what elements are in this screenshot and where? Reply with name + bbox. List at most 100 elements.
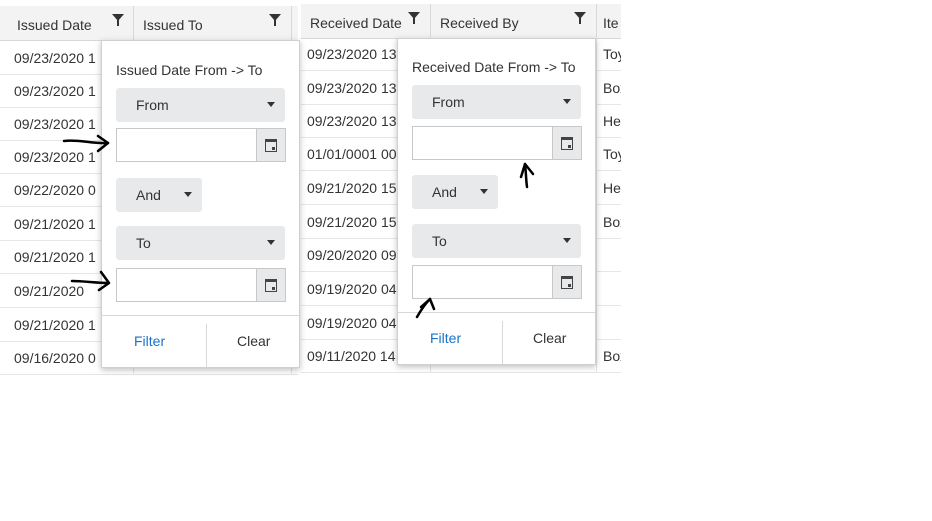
column-header-label: Ite	[603, 15, 619, 31]
clear-button-label: Clear	[533, 330, 567, 346]
filter-icon[interactable]	[408, 12, 420, 24]
to-operator-select[interactable]: To	[116, 226, 285, 260]
column-header-label: Received By	[440, 15, 519, 31]
item-cell: Toy	[597, 137, 621, 170]
column-header-issued-date[interactable]: Issued Date	[8, 6, 134, 40]
calendar-button[interactable]	[256, 129, 285, 161]
to-date-input[interactable]	[412, 265, 582, 299]
clear-button[interactable]: Clear	[503, 313, 595, 364]
filter-button-label: Filter	[134, 333, 166, 349]
filter-button[interactable]: Filter	[398, 313, 502, 364]
cell-text: 09/21/2020 15	[307, 214, 397, 230]
cell-text: 09/21/2020 1	[14, 216, 96, 232]
cell-text: 09/23/2020 1	[14, 149, 96, 165]
cell-text: 09/23/2020 1	[14, 50, 96, 66]
select-value: From	[432, 94, 465, 110]
to-date-field[interactable]	[117, 269, 267, 299]
dropdown-caret-icon	[267, 102, 275, 107]
cell-text: 09/22/2020 0	[14, 182, 96, 198]
cell-text: He	[603, 180, 621, 196]
item-cell	[597, 272, 621, 305]
calendar-icon	[265, 279, 277, 292]
from-operator-select[interactable]: From	[116, 88, 285, 122]
select-value: From	[136, 97, 169, 113]
filter-popup-title: Received Date From -> To	[412, 59, 576, 75]
item-cell: Toy	[597, 37, 621, 70]
cell-text: He	[603, 113, 621, 129]
clear-button[interactable]: Clear	[207, 316, 299, 367]
logic-operator-select[interactable]: And	[412, 175, 498, 209]
cell-text: 09/19/2020 04	[307, 315, 397, 331]
filter-icon[interactable]	[112, 14, 124, 26]
dropdown-caret-icon	[480, 189, 488, 194]
logic-operator-select[interactable]: And	[116, 178, 202, 212]
calendar-icon	[561, 137, 573, 150]
to-date-input[interactable]	[116, 268, 286, 302]
from-date-field[interactable]	[117, 129, 267, 159]
cell-text: 09/23/2020 1	[14, 116, 96, 132]
filter-button-label: Filter	[430, 330, 462, 346]
cell-text: 09/23/2020 13	[307, 80, 397, 96]
calendar-button[interactable]	[552, 266, 581, 298]
cell-text: Box	[603, 80, 621, 96]
select-value: And	[432, 184, 457, 200]
from-date-input[interactable]	[116, 128, 286, 162]
cell-text: 09/21/2020 1	[14, 317, 96, 333]
item-cell: Box	[597, 71, 621, 104]
filter-popup-title: Issued Date From -> To	[116, 62, 263, 78]
issued-date-filter-popup: Issued Date From -> To From And To Filte…	[101, 40, 300, 368]
cell-text: Toy	[603, 46, 621, 62]
calendar-button[interactable]	[256, 269, 285, 301]
cell-text: 09/23/2020 1	[14, 83, 96, 99]
column-header-received-by[interactable]: Received By	[431, 4, 597, 38]
select-value: To	[136, 235, 151, 251]
filter-popup-footer: Filter Clear	[102, 315, 299, 367]
column-header-item[interactable]: Ite	[597, 4, 621, 38]
issued-grid-header: Issued Date Issued To	[0, 6, 298, 41]
from-date-input[interactable]	[412, 126, 582, 160]
cell-text: Box	[603, 348, 621, 364]
select-value: To	[432, 233, 447, 249]
item-cell: Box	[597, 205, 621, 238]
cell-text: 09/23/2020 13	[307, 46, 397, 62]
cell-text: 01/01/0001 00	[307, 146, 397, 162]
filter-icon[interactable]	[269, 14, 281, 26]
column-header-label: Received Date	[310, 15, 402, 31]
filter-button[interactable]: Filter	[102, 316, 206, 367]
dropdown-caret-icon	[563, 238, 571, 243]
to-date-field[interactable]	[413, 266, 563, 296]
column-header-label: Issued Date	[17, 17, 92, 33]
from-date-field[interactable]	[413, 127, 563, 157]
received-grid-header: Received Date Received By Ite	[301, 4, 621, 39]
item-cell	[597, 238, 621, 271]
item-cell: He	[597, 171, 621, 204]
clear-button-label: Clear	[237, 333, 271, 349]
item-cell: Box	[597, 339, 621, 372]
item-cell: He	[597, 104, 621, 137]
column-header-label: Issued To	[143, 17, 203, 33]
cell-text: 09/21/2020	[14, 283, 85, 299]
item-cell	[597, 306, 621, 339]
select-value: And	[136, 187, 161, 203]
cell-text: 09/23/2020 13	[307, 113, 397, 129]
to-operator-select[interactable]: To	[412, 224, 581, 258]
cell-text: 09/20/2020 09	[307, 247, 397, 263]
cell-text: Toy	[603, 146, 621, 162]
filter-icon[interactable]	[574, 12, 586, 24]
cell-text: 09/11/2020 14	[307, 348, 396, 364]
from-operator-select[interactable]: From	[412, 85, 581, 119]
calendar-button[interactable]	[552, 127, 581, 159]
cell-text: 09/19/2020 04	[307, 281, 397, 297]
filter-popup-footer: Filter Clear	[398, 312, 595, 364]
column-header-issued-to[interactable]: Issued To	[134, 6, 292, 40]
dropdown-caret-icon	[267, 240, 275, 245]
cell-text: 09/21/2020 15	[307, 180, 397, 196]
calendar-icon	[561, 276, 573, 289]
cell-text: 09/21/2020 1	[14, 249, 96, 265]
calendar-icon	[265, 139, 277, 152]
dropdown-caret-icon	[563, 99, 571, 104]
received-date-filter-popup: Received Date From -> To From And To Fil…	[397, 38, 596, 365]
column-header-received-date[interactable]: Received Date	[301, 4, 431, 38]
cell-text: 09/16/2020 0	[14, 350, 96, 366]
dropdown-caret-icon	[184, 192, 192, 197]
